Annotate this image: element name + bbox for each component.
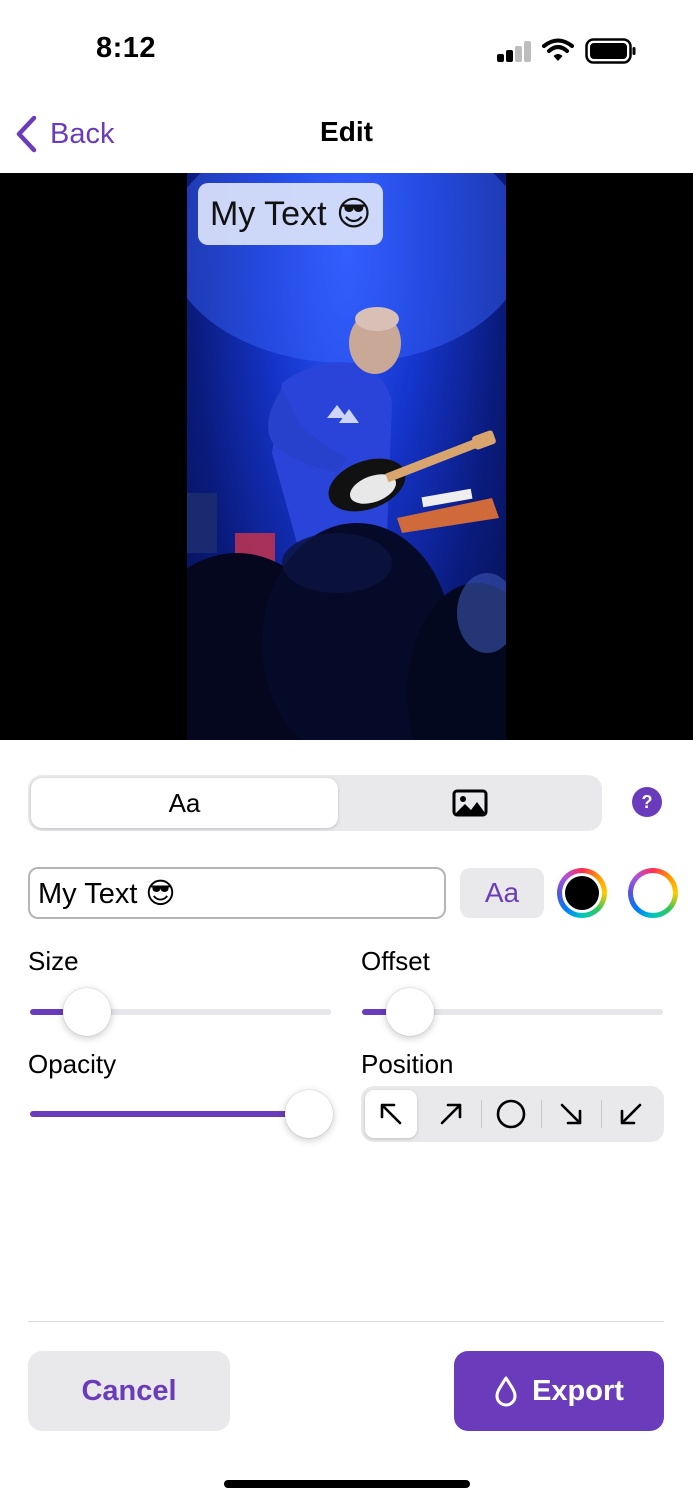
home-indicator: [224, 1480, 470, 1488]
position-top-right[interactable]: [425, 1090, 477, 1138]
drop-icon: [495, 1376, 517, 1407]
opacity-slider-fill: [30, 1111, 311, 1117]
opacity-label: Opacity: [28, 1049, 117, 1079]
opacity-slider[interactable]: [30, 1090, 333, 1138]
size-slider[interactable]: [30, 988, 331, 1036]
text-color-picker[interactable]: [557, 868, 607, 918]
background-color-picker[interactable]: [628, 868, 678, 918]
arrow-up-left-icon: [380, 1103, 402, 1125]
offset-label: Offset: [361, 946, 430, 976]
font-button[interactable]: Aa: [460, 868, 544, 918]
overlay-text-input[interactable]: My Text 😎: [28, 867, 446, 919]
battery-icon: [585, 38, 636, 64]
wifi-icon: [542, 38, 574, 61]
concert-guitarist-photo: [187, 173, 506, 740]
background-color-swatch: [633, 873, 673, 913]
export-button[interactable]: Export: [454, 1351, 664, 1431]
position-bottom-right[interactable]: [545, 1090, 597, 1138]
offset-slider[interactable]: [362, 988, 663, 1036]
circle-icon: [496, 1099, 526, 1129]
cancel-button[interactable]: Cancel: [28, 1351, 230, 1431]
divider: [28, 1321, 664, 1322]
page-title: Edit: [320, 116, 373, 147]
offset-slider-thumb[interactable]: [386, 988, 434, 1036]
export-label: Export: [532, 1374, 624, 1407]
position-bottom-left[interactable]: [605, 1090, 657, 1138]
size-label: Size: [28, 946, 79, 976]
position-center[interactable]: [485, 1090, 537, 1138]
arrow-down-right-icon: [560, 1103, 582, 1125]
position-divider: [541, 1100, 542, 1128]
status-time: 8:12: [96, 32, 157, 64]
cancel-label: Cancel: [81, 1374, 177, 1407]
mode-segmented-control: Aa: [28, 775, 602, 831]
text-color-swatch: [565, 876, 599, 910]
video-preview: [0, 173, 693, 740]
tab-text-label: Aa: [168, 787, 201, 818]
arrow-up-right-icon: [440, 1103, 462, 1125]
position-picker: [361, 1086, 664, 1142]
overlay-text: My Text 😎: [210, 195, 372, 233]
position-divider: [481, 1100, 482, 1128]
tab-text[interactable]: Aa: [31, 778, 338, 828]
size-slider-thumb[interactable]: [63, 988, 111, 1036]
opacity-slider-thumb[interactable]: [285, 1090, 333, 1138]
tab-image[interactable]: [338, 775, 602, 831]
help-button[interactable]: ?: [632, 787, 662, 817]
position-label: Position: [361, 1049, 454, 1079]
text-overlay[interactable]: My Text 😎: [198, 183, 384, 245]
position-top-left[interactable]: [365, 1090, 417, 1138]
cellular-signal-icon: [497, 41, 533, 62]
arrow-down-left-icon: [620, 1103, 642, 1125]
position-divider: [601, 1100, 602, 1128]
photo-icon: [452, 789, 488, 817]
